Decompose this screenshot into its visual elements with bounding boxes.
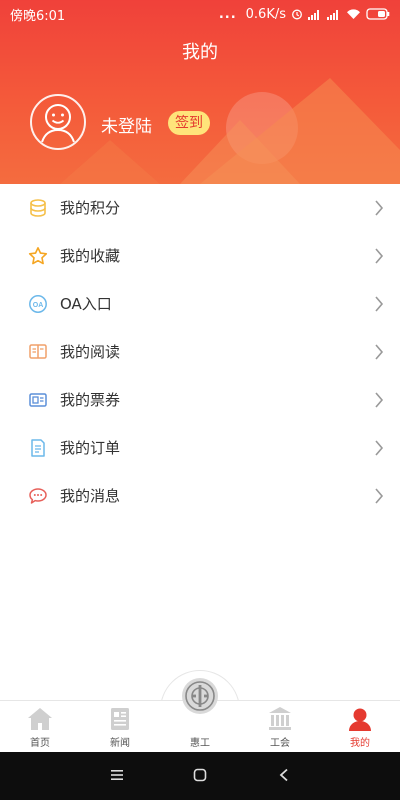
status-time: 傍晚6:01 [10,8,66,24]
tab-label: 工会 [270,738,290,749]
signin-button[interactable]: 签到 [168,111,210,135]
status-more: ... [218,6,237,22]
menu-label: 我的积分 [60,199,121,217]
tab-label: 惠工 [190,738,210,749]
user-avatar-icon [41,104,75,143]
svg-text:OA: OA [33,302,44,309]
tab-benefits[interactable]: 惠工 [160,700,240,752]
menu-label: 我的订单 [60,439,121,457]
menu-label: 我的收藏 [60,247,121,265]
signal-icon [308,10,319,20]
chevron-right-icon [375,488,384,504]
chevron-right-icon [375,344,384,360]
chevron-right-icon [375,248,384,264]
chevron-right-icon [375,440,384,456]
tab-home[interactable]: 首页 [0,700,80,752]
menu-item-orders[interactable]: 我的订单 [0,424,400,472]
menu-item-tickets[interactable]: 我的票券 [0,376,400,424]
chevron-right-icon [375,200,384,216]
menu-label: OA入口 [60,295,112,313]
ticket-icon [29,393,47,407]
alarm-icon [292,9,302,20]
menu-item-oa[interactable]: OA OA入口 [0,280,400,328]
building-icon [269,707,291,730]
tab-union[interactable]: 工会 [240,700,320,752]
order-icon [31,439,45,457]
menu-item-messages[interactable]: 我的消息 [0,472,400,520]
menu-label: 我的票券 [60,391,121,409]
tab-mine[interactable]: 我的 [320,700,400,752]
oa-icon: OA [29,295,47,313]
tab-news[interactable]: 新闻 [80,700,160,752]
wifi-icon [347,9,360,19]
news-icon [111,708,129,730]
network-speed: 0.6K/s [245,6,286,22]
system-nav-bar [0,752,400,800]
menu-icon[interactable] [110,768,124,782]
profile-header: 傍晚6:01 ... 0.6K/s 我的 未登陆 签到 [0,0,400,184]
star-icon [28,247,48,265]
coins-icon [30,199,46,217]
profile-menu: 我的积分 我的收藏 OA OA入口 我的阅读 我的票券 我的订单 我的消息 [0,184,400,520]
menu-label: 我的消息 [60,487,121,505]
avatar[interactable] [30,94,86,150]
message-icon [29,488,47,504]
login-status-text[interactable]: 未登陆 [101,112,152,137]
page-title: 我的 [182,42,218,63]
user-icon [349,708,371,731]
battery-icon [366,8,390,20]
chevron-right-icon [375,392,384,408]
menu-label: 我的阅读 [60,343,121,361]
menu-item-favorites[interactable]: 我的收藏 [0,232,400,280]
menu-item-reading[interactable]: 我的阅读 [0,328,400,376]
home-icon [28,708,52,730]
back-icon[interactable] [278,768,290,782]
signal-icon [327,10,338,20]
chevron-right-icon [375,296,384,312]
tab-label: 新闻 [110,738,130,749]
home-button-icon[interactable] [193,768,207,782]
tab-label: 我的 [350,738,370,749]
book-icon [29,344,47,359]
tab-label: 首页 [30,738,50,749]
status-bar: 傍晚6:01 ... 0.6K/s [0,0,400,28]
menu-item-points[interactable]: 我的积分 [0,184,400,232]
